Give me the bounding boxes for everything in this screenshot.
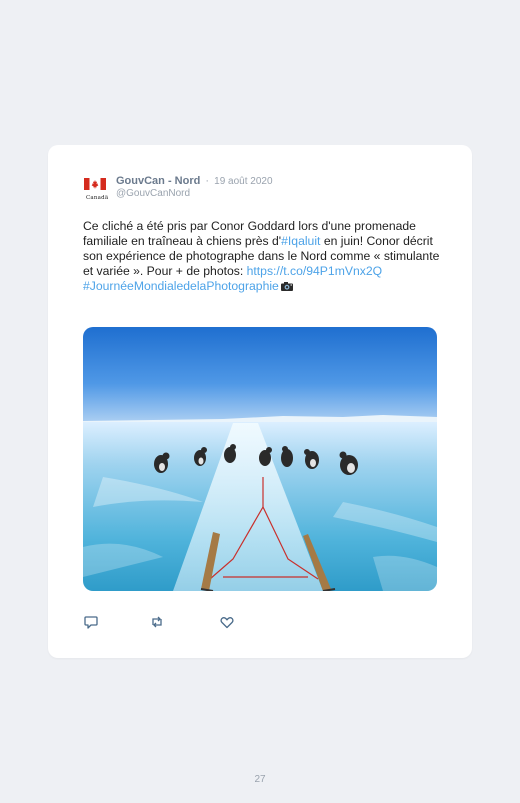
tweet-header: Canadä GouvCan - Nord · 19 août 2020 @Go… [84, 175, 444, 201]
canada-flag-logo: Canadä [84, 178, 108, 202]
tweet-link[interactable]: https://t.co/94P1mVnx2Q [247, 264, 383, 278]
tweet-date[interactable]: 19 août 2020 [214, 176, 272, 187]
reply-icon[interactable] [83, 614, 99, 630]
logo-wordmark: Canadä [86, 195, 109, 201]
author-handle[interactable]: @GouvCanNord [116, 188, 190, 199]
like-icon[interactable] [219, 614, 235, 630]
hashtag-iqaluit[interactable]: #Iqaluit [281, 234, 320, 248]
page-number: 27 [254, 774, 266, 785]
hashtag-photo-day[interactable]: #JournéeMondialedelaPhotographie [83, 279, 279, 293]
camera-icon [280, 280, 293, 291]
separator: · [205, 175, 210, 187]
tweet-card: Canadä GouvCan - Nord · 19 août 2020 @Go… [48, 145, 472, 658]
tweet-text: Ce cliché a été pris par Conor Goddard l… [83, 219, 443, 294]
author-line: GouvCan - Nord · 19 août 2020 [116, 175, 273, 187]
retweet-icon[interactable] [149, 614, 165, 630]
tweet-actions [83, 614, 283, 630]
author-name[interactable]: GouvCan - Nord [116, 175, 200, 187]
flag-icon [84, 178, 106, 190]
dog-sled-on-ice-photo[interactable] [83, 327, 437, 591]
